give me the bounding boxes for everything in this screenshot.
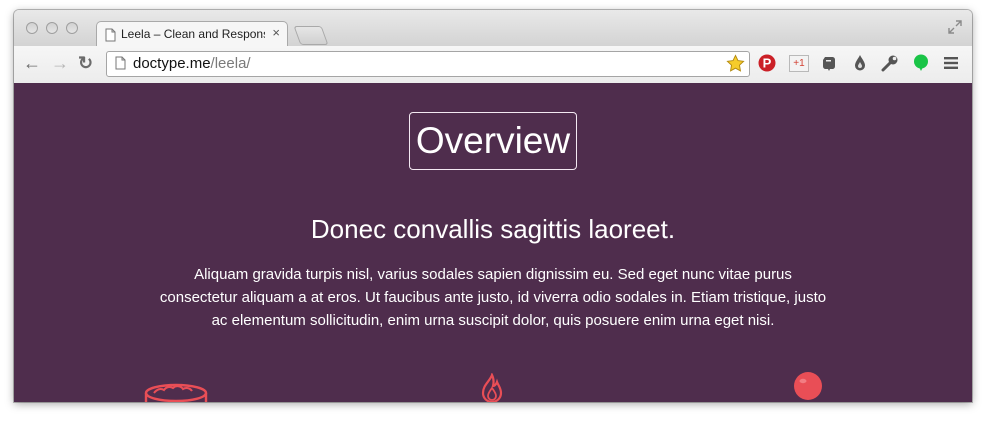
tab-leela[interactable]: Leela – Clean and Responsi × [96,21,288,48]
page-icon [105,28,116,42]
wrench-icon[interactable] [881,54,899,72]
url-path: /leela/ [210,55,251,72]
flame-icon [481,373,503,402]
tab-strip: Leela – Clean and Responsi × [14,10,972,48]
minimize-window-button[interactable] [46,22,58,34]
section-heading: Donec convallis sagittis laoreet. [310,214,676,244]
page-content: Overview Donec convallis sagittis laoree… [14,83,972,402]
pinterest-icon[interactable]: P [758,54,776,72]
new-tab-button[interactable] [293,26,329,45]
green-status-icon[interactable] [912,54,930,72]
balloon-icon [794,372,822,400]
google-plus-label: +1 [789,54,809,72]
zoom-window-button[interactable] [66,22,78,34]
tab-title: Leela – Clean and Responsi [121,27,265,41]
back-button[interactable]: ← [23,54,41,72]
bowl-icon [144,383,208,402]
address-bar[interactable]: doctype.me/leela/ [106,51,750,77]
reload-button[interactable]: ↻ [78,54,93,72]
page-icon [115,56,126,70]
forward-button[interactable]: → [51,54,69,72]
google-plus-icon[interactable]: +1 [789,54,809,72]
tab-close-button[interactable]: × [272,25,280,40]
url-text: doctype.me/leela/ [133,55,251,72]
drop-icon[interactable] [851,54,869,72]
url-domain: doctype.me [133,55,211,72]
section-paragraph: Aliquam gravida turpis nisl, varius soda… [159,266,827,329]
close-window-button[interactable] [26,22,38,34]
menu-icon[interactable] [942,54,960,72]
browser-window: Leela – Clean and Responsi × ← → ↻ docty… [14,10,972,402]
star-icon[interactable] [726,54,745,73]
evernote-icon[interactable] [820,54,838,72]
toolbar: ← → ↻ doctype.me/leela/ P +1 [14,46,972,84]
svg-text:P: P [763,56,772,71]
fullscreen-icon[interactable] [948,20,962,34]
section-title: Overview [409,112,577,170]
